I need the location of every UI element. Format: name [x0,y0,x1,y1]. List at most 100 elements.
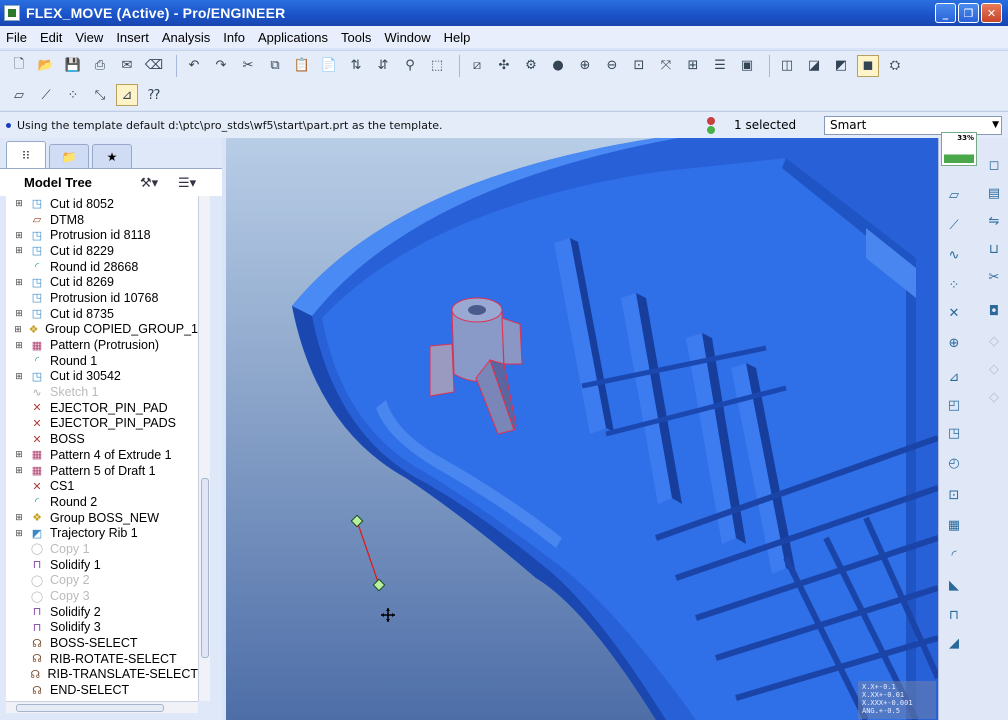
open-icon[interactable]: 📂 [35,55,57,77]
reorient-icon[interactable]: ⤧ [655,55,677,77]
menu-view[interactable]: View [75,30,103,45]
blend-icon[interactable]: ⊡ [943,484,965,506]
view-manager-icon[interactable]: ▣ [736,55,758,77]
tab-model-tree[interactable]: ⁝⁝ [6,141,46,168]
send-icon[interactable]: ✉ [116,55,138,77]
tree-item[interactable]: ⊓ Solidify 1 [6,557,198,573]
expand-plus-icon[interactable]: ⊞ [14,512,24,523]
expand-plus-icon[interactable]: ⊞ [14,230,24,241]
expand-plus-icon[interactable]: ⊞ [14,449,24,460]
saved-views-icon[interactable]: ⊞ [682,55,704,77]
minimize-button[interactable]: _ [935,3,956,23]
tree-settings-icon[interactable]: ⚒▾ [140,176,158,191]
help-icon[interactable]: ⛭ [884,55,906,77]
tree-item[interactable]: ✕ CS1 [6,478,198,494]
sketch-icon[interactable]: ⧄ [466,55,488,77]
tree-item[interactable]: ◯ Copy 3 [6,588,198,604]
spin-center-icon[interactable]: ✣ [493,55,515,77]
menu-info[interactable]: Info [223,30,245,45]
graphics-window[interactable]: X.X+-0.1 X.XX+-0.01 X.XXX+-0.001 ANG.+-0… [226,138,938,720]
tree-item[interactable]: ◜ Round id 28668 [6,259,198,275]
tab-favorites[interactable]: ★ [92,144,132,168]
shading-icon[interactable]: ◼ [857,54,879,77]
trim-icon[interactable]: ✂ [983,266,1005,288]
no-hidden-icon[interactable]: ◩ [830,55,852,77]
tree-item[interactable]: ⊞ ▦ Pattern (Protrusion) [6,337,198,353]
datum-axis-display-icon[interactable]: ⟋ [35,84,57,106]
tree-item[interactable]: ⊞ ◳ Cut id 8735 [6,306,198,322]
expand-plus-icon[interactable]: ⊞ [14,465,24,476]
revolve-icon[interactable]: ◳ [943,422,965,444]
feature-tool-icon[interactable]: ◇ [983,386,1005,408]
model-tree-scrollbar[interactable] [198,196,210,701]
tree-item[interactable]: ☊ BOSS-SELECT [6,635,198,651]
appearance-icon[interactable]: ● [547,55,569,77]
erase-icon[interactable]: ⌫ [143,55,165,77]
menu-analysis[interactable]: Analysis [162,30,210,45]
tree-item[interactable]: ⊞ ◩ Trajectory Rib 1 [6,525,198,541]
tree-columns-icon[interactable]: ☰▾ [178,176,196,191]
drag-handle-start[interactable] [350,514,364,528]
menu-tools[interactable]: Tools [341,30,371,45]
expand-plus-icon[interactable]: ⊞ [14,245,24,256]
refit-icon[interactable]: ⊡ [628,55,650,77]
expand-plus-icon[interactable]: ⊞ [14,340,24,351]
csys-display-icon[interactable]: ⤡ [89,84,111,106]
undo-icon[interactable]: ↶ [183,55,205,77]
model-view[interactable] [226,138,938,720]
datum-plane-display-icon[interactable]: ▱ [8,84,30,106]
tree-item[interactable]: ◯ Copy 2 [6,573,198,589]
tree-item[interactable]: ◜ Round 2 [6,494,198,510]
menu-file[interactable]: File [6,30,27,45]
paste-icon[interactable]: 📋 [291,55,313,77]
tree-item[interactable]: ✕ BOSS [6,431,198,447]
regenerate-icon[interactable]: ⇅ [345,55,367,77]
menu-help[interactable]: Help [444,30,471,45]
expand-plus-icon[interactable]: ⊞ [14,528,24,539]
mirror-icon[interactable]: ⇋ [983,210,1005,232]
zoom-out-icon[interactable]: ⊖ [601,55,623,77]
expand-plus-icon[interactable]: ⊞ [14,198,24,209]
tree-item[interactable]: ⊞ ❖ Group BOSS_NEW [6,510,198,526]
tree-item[interactable]: ⊞ ◳ Cut id 8052 [6,196,198,212]
new-icon[interactable]: 🗋 [8,55,30,77]
paste-special-icon[interactable]: 📄 [318,55,340,77]
menu-window[interactable]: Window [384,30,430,45]
rib-icon[interactable]: ⊓ [943,604,965,626]
wireframe-icon[interactable]: ◫ [776,55,798,77]
print-icon[interactable]: ⎙ [89,55,111,77]
analysis-icon[interactable]: ⊕ [943,332,965,354]
select-box-icon[interactable]: ⬚ [426,55,448,77]
extrude-icon[interactable]: ◰ [943,394,965,416]
expand-plus-icon[interactable]: ⊞ [14,371,24,382]
expand-plus-icon[interactable]: ⊞ [14,277,24,288]
feature-tool-icon[interactable]: ◇ [983,358,1005,380]
drag-handle-end[interactable] [372,578,386,592]
tree-item[interactable]: ✕ EJECTOR_PIN_PADS [6,416,198,432]
datum-axis-icon[interactable]: ⟋ [943,214,965,236]
restore-button[interactable]: ❐ [958,3,979,23]
draft-icon[interactable]: ◢ [943,632,965,654]
datum-plane-icon[interactable]: ▱ [943,184,965,206]
layers-icon[interactable]: ☰ [709,55,731,77]
tree-item[interactable]: ⊞ ◳ Cut id 8229 [6,243,198,259]
tree-item[interactable]: ☊ RIB-ROTATE-SELECT [6,651,198,667]
find-icon[interactable]: ⚲ [399,55,421,77]
regen-manager-icon[interactable]: ⇵ [372,55,394,77]
orient-icon[interactable]: ⚙ [520,55,542,77]
tree-item[interactable]: ☊ END-SELECT [6,682,198,698]
datum-curve-icon[interactable]: ∿ [943,244,965,266]
tree-item[interactable]: ◜ Round 1 [6,353,198,369]
sweep-icon[interactable]: ◴ [943,452,965,474]
model-tree-hscrollbar[interactable] [6,701,198,713]
close-button[interactable]: ✕ [981,3,1002,23]
csys-icon[interactable]: ✕ [943,302,965,324]
pattern-icon[interactable]: ▤ [983,182,1005,204]
hidden-line-icon[interactable]: ◪ [803,55,825,77]
tree-item[interactable]: ▱ DTM8 [6,212,198,228]
save-icon[interactable]: 💾 [62,55,84,77]
redo-icon[interactable]: ↷ [210,55,232,77]
menu-applications[interactable]: Applications [258,30,328,45]
tree-item[interactable]: ◳ Protrusion id 10768 [6,290,198,306]
copy-icon[interactable]: ⧉ [264,55,286,77]
